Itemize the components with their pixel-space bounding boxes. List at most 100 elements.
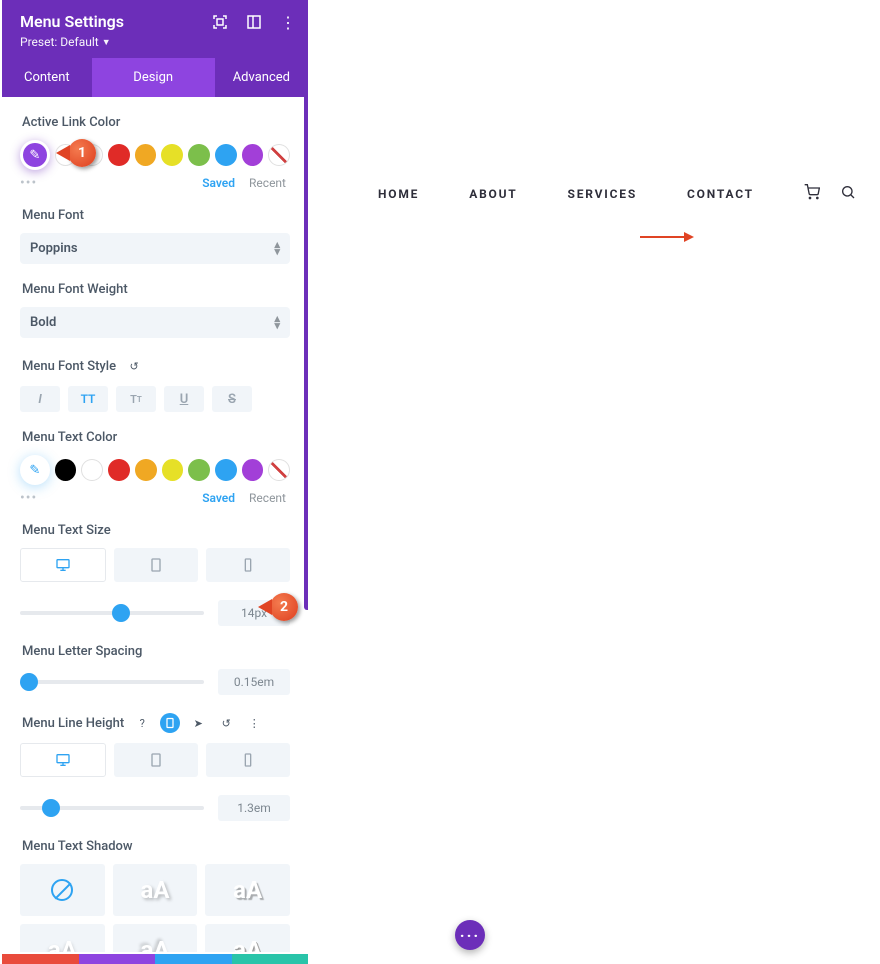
color-swatch-blue[interactable] <box>215 459 237 481</box>
color-swatch-yellow[interactable] <box>161 144 183 166</box>
callout-1: 1 <box>68 139 96 167</box>
font-weight-select[interactable]: Bold ▴▾ <box>20 307 290 338</box>
hover-icon[interactable]: ➤ <box>188 713 208 733</box>
text-color-swatch-row: ✎ <box>20 455 290 485</box>
label-text-shadow: Menu Text Shadow <box>22 839 290 854</box>
reset-font-style-icon[interactable]: ↺ <box>124 356 144 376</box>
panel-layout-icon[interactable] <box>246 14 262 30</box>
tab-advanced[interactable]: Advanced <box>215 58 308 97</box>
letter-spacing-slider[interactable] <box>20 680 204 684</box>
text-shadow-none[interactable] <box>20 864 105 916</box>
color-swatch-red[interactable] <box>108 144 130 166</box>
strikethrough-button[interactable]: S <box>212 386 252 412</box>
preview-aA: aA <box>48 936 77 952</box>
reset-icon[interactable]: ↺ <box>216 713 236 733</box>
label-menu-font: Menu Font <box>22 208 290 223</box>
nav-services[interactable]: SERVICES <box>568 187 637 201</box>
saved-tab[interactable]: Saved <box>202 491 235 505</box>
device-desktop[interactable] <box>20 743 106 777</box>
device-tablet[interactable] <box>114 743 198 777</box>
select-caret-icon: ▴▾ <box>274 316 280 329</box>
color-swatch-green[interactable] <box>188 459 210 481</box>
color-swatch-black[interactable] <box>55 459 77 481</box>
responsive-icon[interactable] <box>160 713 180 733</box>
color-swatch-violet[interactable] <box>242 144 264 166</box>
recent-tab[interactable]: Recent <box>249 176 286 190</box>
uppercase-button[interactable]: TT <box>68 386 108 412</box>
section-letter-spacing: Menu Letter Spacing 0.15em <box>20 644 290 695</box>
color-swatch-yellow[interactable] <box>162 459 184 481</box>
slider-thumb[interactable] <box>42 799 60 817</box>
nav-contact[interactable]: CONTACT <box>687 187 754 201</box>
color-swatch-green[interactable] <box>188 144 210 166</box>
text-shadow-preset-2[interactable]: aA <box>205 864 290 916</box>
help-icon[interactable]: ? <box>132 713 152 733</box>
text-shadow-preset-3[interactable]: aA <box>20 924 105 952</box>
text-shadow-grid: aA aA aA aA aA <box>20 864 290 952</box>
color-swatch-transparent[interactable] <box>268 144 290 166</box>
kebab-menu-icon[interactable]: ⋮ <box>280 14 296 30</box>
section-menu-text-color: Menu Text Color ✎ ••• Saved Recent <box>20 430 290 505</box>
section-text-shadow: Menu Text Shadow aA aA aA aA aA <box>20 839 290 952</box>
label-menu-font-weight: Menu Font Weight <box>22 282 290 297</box>
color-picker-current[interactable]: ✎ <box>20 140 50 170</box>
recent-tab[interactable]: Recent <box>249 491 286 505</box>
line-height-value[interactable]: 1.3em <box>218 795 290 821</box>
section-line-height: Menu Line Height ? ➤ ↺ ⋮ 1.3em <box>20 713 290 821</box>
panel-body: Active Link Color ✎ ••• Saved Recent <box>2 97 308 952</box>
bar-seg-3 <box>155 954 232 964</box>
text-shadow-preset-5[interactable]: aA <box>205 924 290 952</box>
letter-spacing-value[interactable]: 0.15em <box>218 669 290 695</box>
slider-thumb[interactable] <box>20 673 38 691</box>
cart-icon[interactable] <box>804 184 820 203</box>
caret-down-icon: ▼ <box>102 37 111 48</box>
search-icon[interactable] <box>840 184 856 203</box>
label-active-link-color: Active Link Color <box>22 115 290 130</box>
color-swatch-red[interactable] <box>108 459 130 481</box>
section-menu-text-size: Menu Text Size 14px 2 <box>20 523 290 626</box>
preview-aA: aA <box>141 876 170 904</box>
font-select[interactable]: Poppins ▴▾ <box>20 233 290 264</box>
italic-button[interactable]: I <box>20 386 60 412</box>
letter-spacing-slider-row: 0.15em <box>20 669 290 695</box>
device-phone[interactable] <box>206 743 290 777</box>
underline-button[interactable]: U <box>164 386 204 412</box>
slider-thumb[interactable] <box>112 604 130 622</box>
text-shadow-preset-1[interactable]: aA <box>113 864 198 916</box>
more-swatches-icon[interactable]: ••• <box>20 176 37 190</box>
focus-icon[interactable] <box>212 14 228 30</box>
smallcaps-button[interactable]: TT <box>116 386 156 412</box>
device-desktop[interactable] <box>20 548 106 582</box>
color-swatch-orange[interactable] <box>135 144 157 166</box>
text-shadow-preset-4[interactable]: aA <box>113 924 198 952</box>
line-height-slider-row: 1.3em <box>20 795 290 821</box>
color-swatch-violet[interactable] <box>242 459 264 481</box>
tab-design[interactable]: Design <box>92 58 215 97</box>
line-height-slider[interactable] <box>20 806 204 810</box>
preset-selector[interactable]: Preset: Default ▼ <box>20 35 111 49</box>
nav-home[interactable]: HOME <box>378 187 419 201</box>
device-phone[interactable] <box>206 548 290 582</box>
scrollbar-thumb[interactable] <box>304 90 308 610</box>
preview-aA: aA <box>233 876 262 904</box>
color-swatch-white[interactable] <box>81 459 103 481</box>
color-swatch-blue[interactable] <box>215 144 237 166</box>
color-swatch-transparent[interactable] <box>268 459 290 481</box>
text-size-slider-row: 14px <box>20 600 290 626</box>
tab-content[interactable]: Content <box>2 58 92 97</box>
section-active-link-color: Active Link Color ✎ ••• Saved Recent <box>20 115 290 190</box>
annotation-arrow <box>640 224 694 249</box>
device-tablet[interactable] <box>114 548 198 582</box>
panel-tabs: Content Design Advanced <box>2 58 308 97</box>
nav-about[interactable]: ABOUT <box>469 187 517 201</box>
label-letter-spacing: Menu Letter Spacing <box>22 644 290 659</box>
more-icon[interactable]: ⋮ <box>244 713 264 733</box>
floating-action-button[interactable]: ··· <box>455 920 485 950</box>
preset-value: Default <box>60 35 98 49</box>
more-swatches-icon[interactable]: ••• <box>20 491 37 505</box>
eyedropper-icon: ✎ <box>29 148 40 163</box>
color-swatch-orange[interactable] <box>135 459 157 481</box>
text-color-picker-current[interactable]: ✎ <box>20 455 50 485</box>
saved-tab[interactable]: Saved <box>202 176 235 190</box>
text-size-slider[interactable] <box>20 611 204 615</box>
